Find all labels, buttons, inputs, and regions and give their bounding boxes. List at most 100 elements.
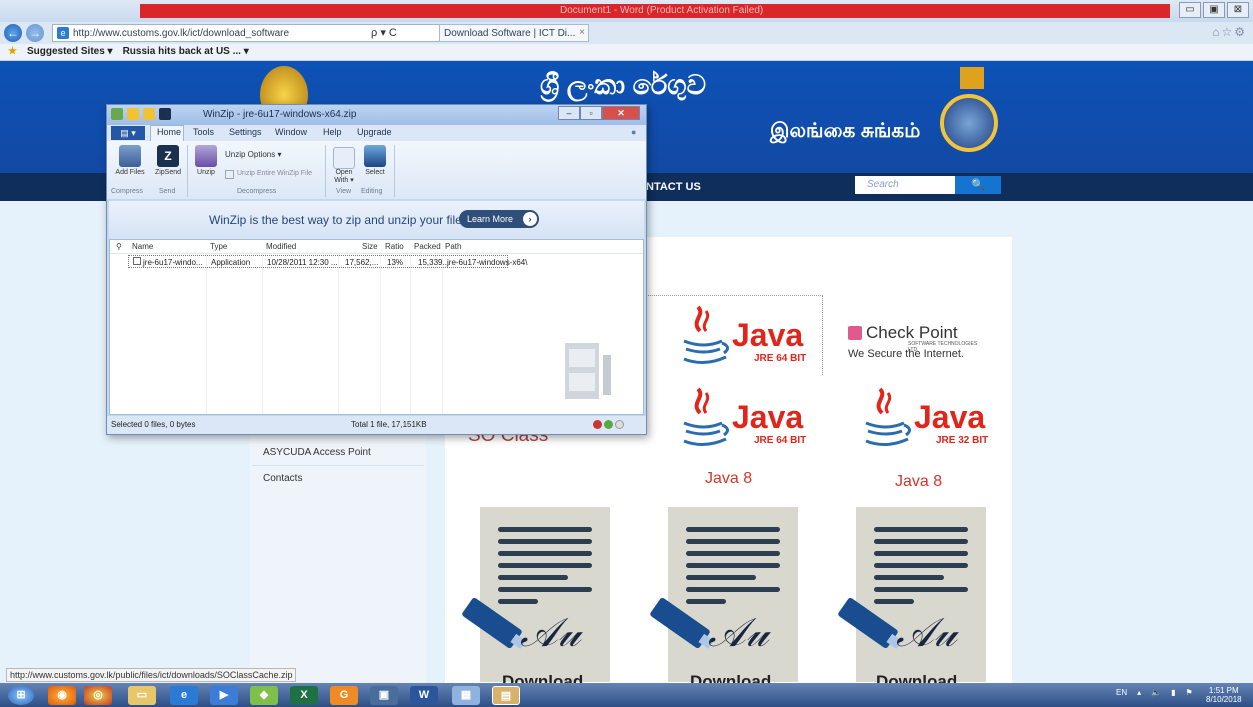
folder-taskbar-icon[interactable]: ◆: [250, 686, 278, 705]
fav-russia-link[interactable]: Russia hits back at US ... ▾: [123, 46, 249, 58]
unzip-options-button[interactable]: Unzip Options ▾: [225, 150, 281, 159]
flag-icon: [960, 67, 984, 89]
nav-contact-us[interactable]: NTACT US: [646, 181, 701, 193]
ribbon-separator: [394, 145, 395, 197]
window-taskbar-icon[interactable]: ▣: [370, 686, 398, 705]
flag-icon[interactable]: ⚑: [1186, 688, 1193, 697]
qa-zip-icon[interactable]: [159, 108, 171, 120]
site-search-button[interactable]: 🔍: [955, 176, 1001, 194]
winzip-title-bar[interactable]: WinZip - jre-6u17-windows-x64.zip – ▫ ✕: [107, 105, 646, 125]
taskbar-clock[interactable]: 1:51 PM 8/10/2018: [1206, 686, 1242, 704]
status-total: Total 1 file, 17,151KB: [351, 420, 427, 429]
close-button[interactable]: ⊠: [1227, 2, 1249, 18]
volume-icon[interactable]: 🔈: [1151, 688, 1161, 697]
tab-window[interactable]: Window: [275, 127, 307, 137]
winzip-maximize-button[interactable]: ▫: [580, 106, 602, 120]
col-path[interactable]: Path: [445, 242, 461, 251]
java-wordmark: Java: [732, 317, 804, 353]
language-indicator[interactable]: EN: [1116, 688, 1127, 697]
col-modified[interactable]: Modified: [266, 242, 296, 251]
unzip-entire-checkbox[interactable]: [225, 170, 234, 179]
word-taskbar-icon[interactable]: W: [410, 686, 438, 705]
tray-expand-icon[interactable]: ▴: [1137, 688, 1141, 697]
qa-favorites-icon[interactable]: [143, 108, 155, 120]
chrome-taskbar-icon[interactable]: ◎: [84, 686, 112, 705]
group-send: Send: [159, 188, 176, 195]
fav-suggested-sites[interactable]: Suggested Sites ▾: [27, 46, 113, 58]
column-divider: [410, 254, 411, 414]
java-cup-icon: [683, 387, 729, 446]
col-type[interactable]: Type: [210, 242, 227, 251]
search-refresh-icons[interactable]: ρ ▾ C: [371, 26, 397, 39]
column-divider: [338, 254, 339, 414]
remote-taskbar-icon[interactable]: ▦: [452, 686, 480, 705]
tab-home[interactable]: Home: [157, 127, 181, 137]
col-packed[interactable]: Packed: [414, 242, 441, 251]
unzip-entire-label[interactable]: Unzip Entire WinZip File: [237, 170, 312, 177]
ie-taskbar-icon[interactable]: e: [170, 686, 198, 705]
select-binoculars-icon[interactable]: [364, 145, 386, 167]
quick-access-toolbar: [111, 108, 171, 120]
app-taskbar-icon[interactable]: G: [330, 686, 358, 705]
winzip-taskbar-icon[interactable]: ▤: [492, 686, 520, 705]
winzip-close-button[interactable]: ✕: [602, 106, 640, 120]
table-row[interactable]: jre-6u17-windo... Application 10/28/2011…: [128, 255, 527, 268]
attach-column-icon[interactable]: ⚲: [116, 242, 122, 251]
add-files-button[interactable]: Add Files: [113, 169, 147, 176]
sidebar-link-contacts[interactable]: Contacts: [263, 473, 302, 484]
col-ratio[interactable]: Ratio: [385, 242, 404, 251]
signature-icon: 𝒜𝓊: [708, 610, 769, 656]
add-files-icon[interactable]: [119, 145, 141, 167]
home-star-gear-icons[interactable]: ⌂☆⚙: [1212, 25, 1247, 39]
site-search-input[interactable]: Search: [855, 176, 955, 194]
maximize-button[interactable]: ▣: [1203, 2, 1225, 18]
tab-close-icon[interactable]: ×: [579, 27, 585, 38]
system-tray: EN ▴ 🔈 ▮ ⚑: [1116, 688, 1193, 697]
favorites-star-icon[interactable]: ★: [8, 46, 17, 58]
back-button[interactable]: ←: [4, 24, 22, 42]
unzip-button[interactable]: Unzip: [193, 169, 219, 176]
checkpoint-link[interactable]: Check Point SOFTWARE TECHNOLOGIES LTD. W…: [848, 323, 988, 364]
zipsend-icon[interactable]: Z: [157, 145, 179, 167]
java-32-link[interactable]: Java JRE 32 BIT: [858, 385, 1028, 455]
learn-more-button[interactable]: Learn More ›: [459, 210, 539, 228]
java8-label-1[interactable]: Java 8: [705, 470, 752, 488]
tab-help[interactable]: Help: [323, 127, 342, 137]
java-64-link-1[interactable]: Java JRE 64 BIT: [676, 303, 846, 373]
winzip-vise-watermark-icon: [565, 343, 611, 399]
java8-label-2[interactable]: Java 8: [895, 473, 942, 491]
cell-name: jre-6u17-windo...: [143, 258, 203, 267]
signature-icon: 𝒜𝓊: [520, 610, 581, 656]
select-button[interactable]: Select: [361, 169, 389, 176]
file-menu-button[interactable]: ▤ ▾: [111, 126, 145, 140]
explorer-taskbar-icon[interactable]: ▭: [128, 686, 156, 705]
archive-file-list[interactable]: ⚲ Name Type Modified Size Ratio Packed P…: [109, 239, 644, 415]
cell-modified: 10/28/2011 12:30 ...: [267, 258, 338, 267]
col-size[interactable]: Size: [362, 242, 378, 251]
start-button[interactable]: ⊞: [8, 686, 34, 705]
minimize-button[interactable]: ▭: [1179, 2, 1201, 18]
col-name[interactable]: Name: [132, 242, 153, 251]
excel-taskbar-icon[interactable]: X: [290, 686, 318, 705]
zipsend-button[interactable]: ZipSend: [153, 169, 183, 176]
forward-button[interactable]: →: [26, 24, 44, 42]
qa-open-icon[interactable]: [127, 108, 139, 120]
winzip-app-icon[interactable]: [111, 108, 123, 120]
tab-tools[interactable]: Tools: [193, 127, 214, 137]
media-taskbar-icon[interactable]: ▶: [210, 686, 238, 705]
open-with-icon[interactable]: [333, 147, 355, 169]
checkpoint-title: Check Point: [866, 323, 958, 342]
open-with-button[interactable]: Open With ▾: [329, 169, 359, 184]
java-64-link-2[interactable]: Java JRE 64 BIT: [676, 385, 846, 455]
browser-tab[interactable]: Download Software | ICT Di... ×: [439, 24, 589, 42]
help-icon[interactable]: ●: [631, 127, 636, 137]
promo-text: WinZip is the best way to zip and unzip …: [209, 213, 472, 227]
winzip-minimize-button[interactable]: –: [558, 106, 580, 120]
tab-settings[interactable]: Settings: [229, 127, 262, 137]
unzip-icon[interactable]: [195, 145, 217, 167]
firefox-taskbar-icon[interactable]: ◉: [48, 686, 76, 705]
tab-upgrade[interactable]: Upgrade: [357, 127, 392, 137]
address-bar[interactable]: e http://www.customs.gov.lk/ict/download…: [52, 24, 589, 42]
sidebar-link-asycuda[interactable]: ASYCUDA Access Point: [263, 447, 371, 458]
network-icon[interactable]: ▮: [1171, 688, 1175, 697]
